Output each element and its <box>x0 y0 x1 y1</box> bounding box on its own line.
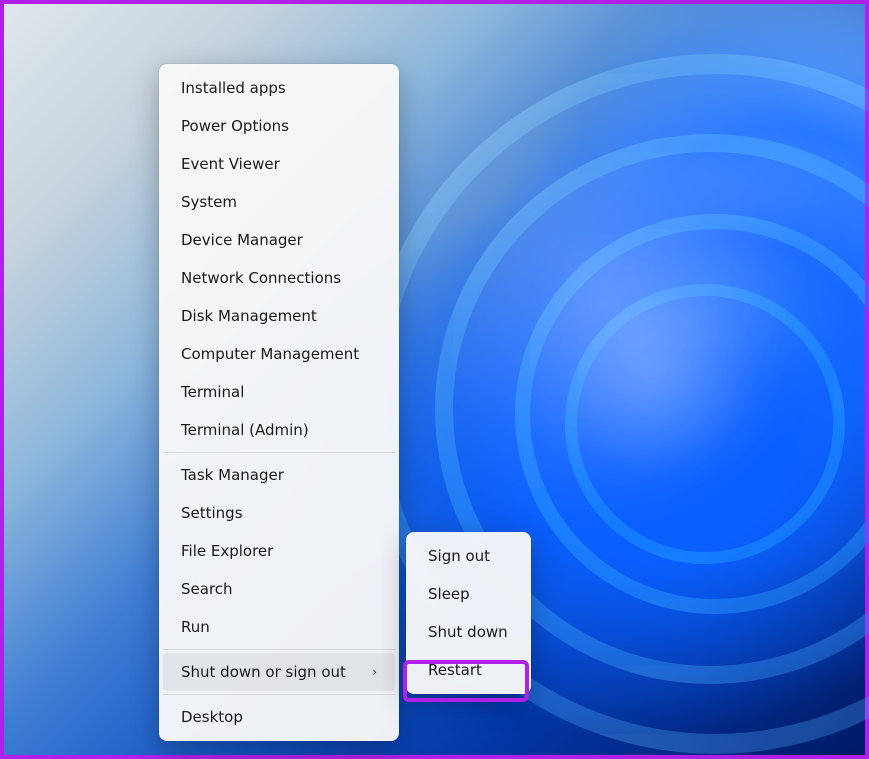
menu-item-event-viewer[interactable]: Event Viewer <box>163 145 395 183</box>
menu-item-network-connections[interactable]: Network Connections <box>163 259 395 297</box>
menu-item-label: Terminal <box>181 383 244 401</box>
submenu-item-sleep[interactable]: Sleep <box>410 575 527 613</box>
menu-item-computer-management[interactable]: Computer Management <box>163 335 395 373</box>
submenu-item-label: Restart <box>428 661 482 679</box>
menu-item-task-manager[interactable]: Task Manager <box>163 456 395 494</box>
menu-item-power-options[interactable]: Power Options <box>163 107 395 145</box>
menu-item-label: Search <box>181 580 233 598</box>
menu-separator <box>163 694 395 695</box>
submenu-item-sign-out[interactable]: Sign out <box>410 537 527 575</box>
menu-item-device-manager[interactable]: Device Manager <box>163 221 395 259</box>
menu-item-desktop[interactable]: Desktop <box>163 698 395 736</box>
menu-item-label: Computer Management <box>181 345 359 363</box>
menu-item-label: Network Connections <box>181 269 341 287</box>
menu-item-disk-management[interactable]: Disk Management <box>163 297 395 335</box>
menu-item-label: File Explorer <box>181 542 273 560</box>
menu-item-label: Event Viewer <box>181 155 280 173</box>
menu-item-search[interactable]: Search <box>163 570 395 608</box>
menu-item-file-explorer[interactable]: File Explorer <box>163 532 395 570</box>
submenu-item-shut-down[interactable]: Shut down <box>410 613 527 651</box>
winx-context-menu: Installed apps Power Options Event Viewer S… <box>159 64 399 741</box>
menu-item-shut-down-or-sign-out[interactable]: Shut down or sign out › <box>163 653 395 691</box>
menu-item-label: Installed apps <box>181 79 286 97</box>
shutdown-submenu: Sign out Sleep Shut down Restart <box>406 532 531 694</box>
submenu-item-label: Shut down <box>428 623 508 641</box>
menu-separator <box>163 649 395 650</box>
menu-item-label: Terminal (Admin) <box>181 421 309 439</box>
submenu-item-restart[interactable]: Restart <box>410 651 527 689</box>
submenu-item-label: Sign out <box>428 547 490 565</box>
menu-separator <box>163 452 395 453</box>
menu-item-label: System <box>181 193 237 211</box>
menu-item-label: Power Options <box>181 117 289 135</box>
menu-item-terminal[interactable]: Terminal <box>163 373 395 411</box>
menu-item-settings[interactable]: Settings <box>163 494 395 532</box>
menu-item-label: Run <box>181 618 210 636</box>
menu-item-label: Desktop <box>181 708 243 726</box>
menu-item-run[interactable]: Run <box>163 608 395 646</box>
menu-item-label: Disk Management <box>181 307 317 325</box>
menu-item-label: Settings <box>181 504 243 522</box>
menu-item-label: Device Manager <box>181 231 303 249</box>
menu-item-terminal-admin[interactable]: Terminal (Admin) <box>163 411 395 449</box>
menu-item-label: Shut down or sign out <box>181 663 346 681</box>
menu-item-label: Task Manager <box>181 466 284 484</box>
submenu-item-label: Sleep <box>428 585 470 603</box>
menu-item-system[interactable]: System <box>163 183 395 221</box>
chevron-right-icon: › <box>372 665 377 679</box>
menu-item-installed-apps[interactable]: Installed apps <box>163 69 395 107</box>
